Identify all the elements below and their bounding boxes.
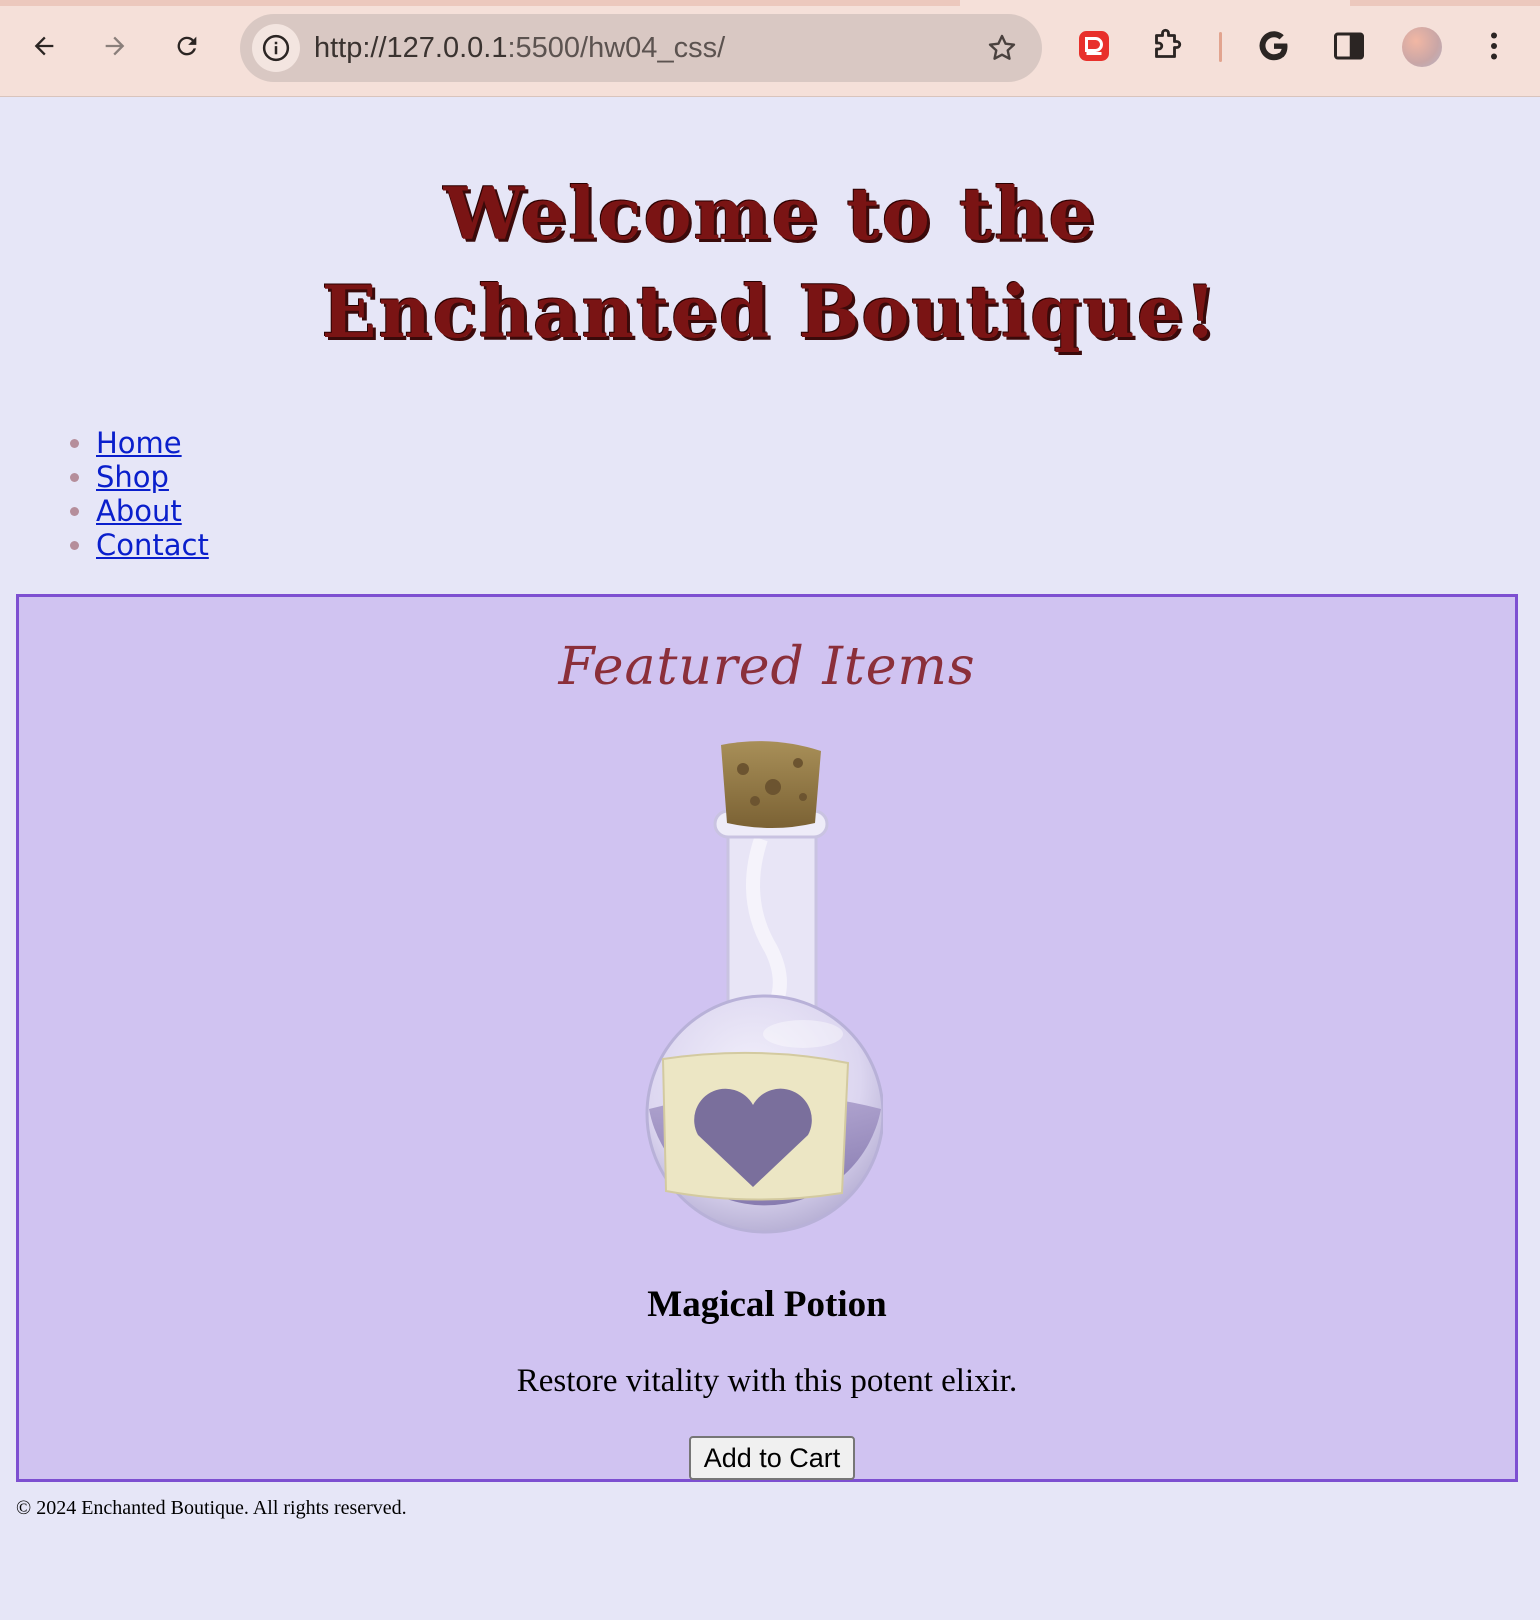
footer-copyright: © 2024 Enchanted Boutique. All rights re… <box>16 1497 407 1519</box>
browser-toolbar: http://127.0.0.1:5500/hw04_css/ <box>0 0 1540 97</box>
nav-link-about[interactable]: About <box>96 494 182 528</box>
potion-bottle-icon <box>645 741 883 1234</box>
puzzle-extension-icon[interactable] <box>1147 26 1187 66</box>
featured-items-section: Featured Items Magical Potion Restore vi… <box>16 594 1518 1482</box>
add-to-cart-button[interactable]: Add to Cart <box>689 1436 855 1480</box>
url-text[interactable]: http://127.0.0.1:5500/hw04_css/ <box>314 14 725 82</box>
profile-avatar[interactable] <box>1402 27 1442 67</box>
nav-item-about: About <box>70 494 209 528</box>
info-icon[interactable] <box>252 24 300 72</box>
nav-link-contact[interactable]: Contact <box>96 528 209 562</box>
nav-link-shop[interactable]: Shop <box>96 460 169 494</box>
url-path: :5500/hw04_css/ <box>507 32 726 64</box>
more-vert-icon[interactable] <box>1474 26 1514 66</box>
page-title: Welcome to the Enchanted Boutique! <box>0 165 1540 361</box>
featured-heading: Featured Items <box>558 637 976 697</box>
nav-item-shop: Shop <box>70 460 209 494</box>
item-name: Magical Potion <box>647 1284 887 1325</box>
main-nav: Home Shop About Contact <box>0 426 209 562</box>
nav-item-contact: Contact <box>70 528 209 562</box>
page-content: Welcome to the Enchanted Boutique! Home … <box>0 97 1540 1620</box>
reload-icon[interactable] <box>165 24 209 68</box>
side-panel-icon[interactable] <box>1329 26 1369 66</box>
toolbar-divider <box>1219 32 1222 62</box>
star-icon[interactable] <box>986 32 1018 64</box>
pdf-extension-icon[interactable] <box>1074 26 1114 66</box>
nav-link-home[interactable]: Home <box>96 426 182 460</box>
tab-strip <box>0 0 1540 6</box>
nav-item-home: Home <box>70 426 209 460</box>
forward-arrow-icon[interactable] <box>93 24 137 68</box>
url-host: http://127.0.0.1 <box>314 32 508 64</box>
back-arrow-icon[interactable] <box>22 24 66 68</box>
item-description: Restore vitality with this potent elixir… <box>516 1363 1018 1399</box>
title-line-1: Welcome to the <box>443 171 1097 256</box>
address-bar[interactable]: http://127.0.0.1:5500/hw04_css/ <box>240 14 1042 82</box>
title-line-2: Enchanted Boutique! <box>321 269 1219 354</box>
google-icon[interactable] <box>1254 26 1294 66</box>
